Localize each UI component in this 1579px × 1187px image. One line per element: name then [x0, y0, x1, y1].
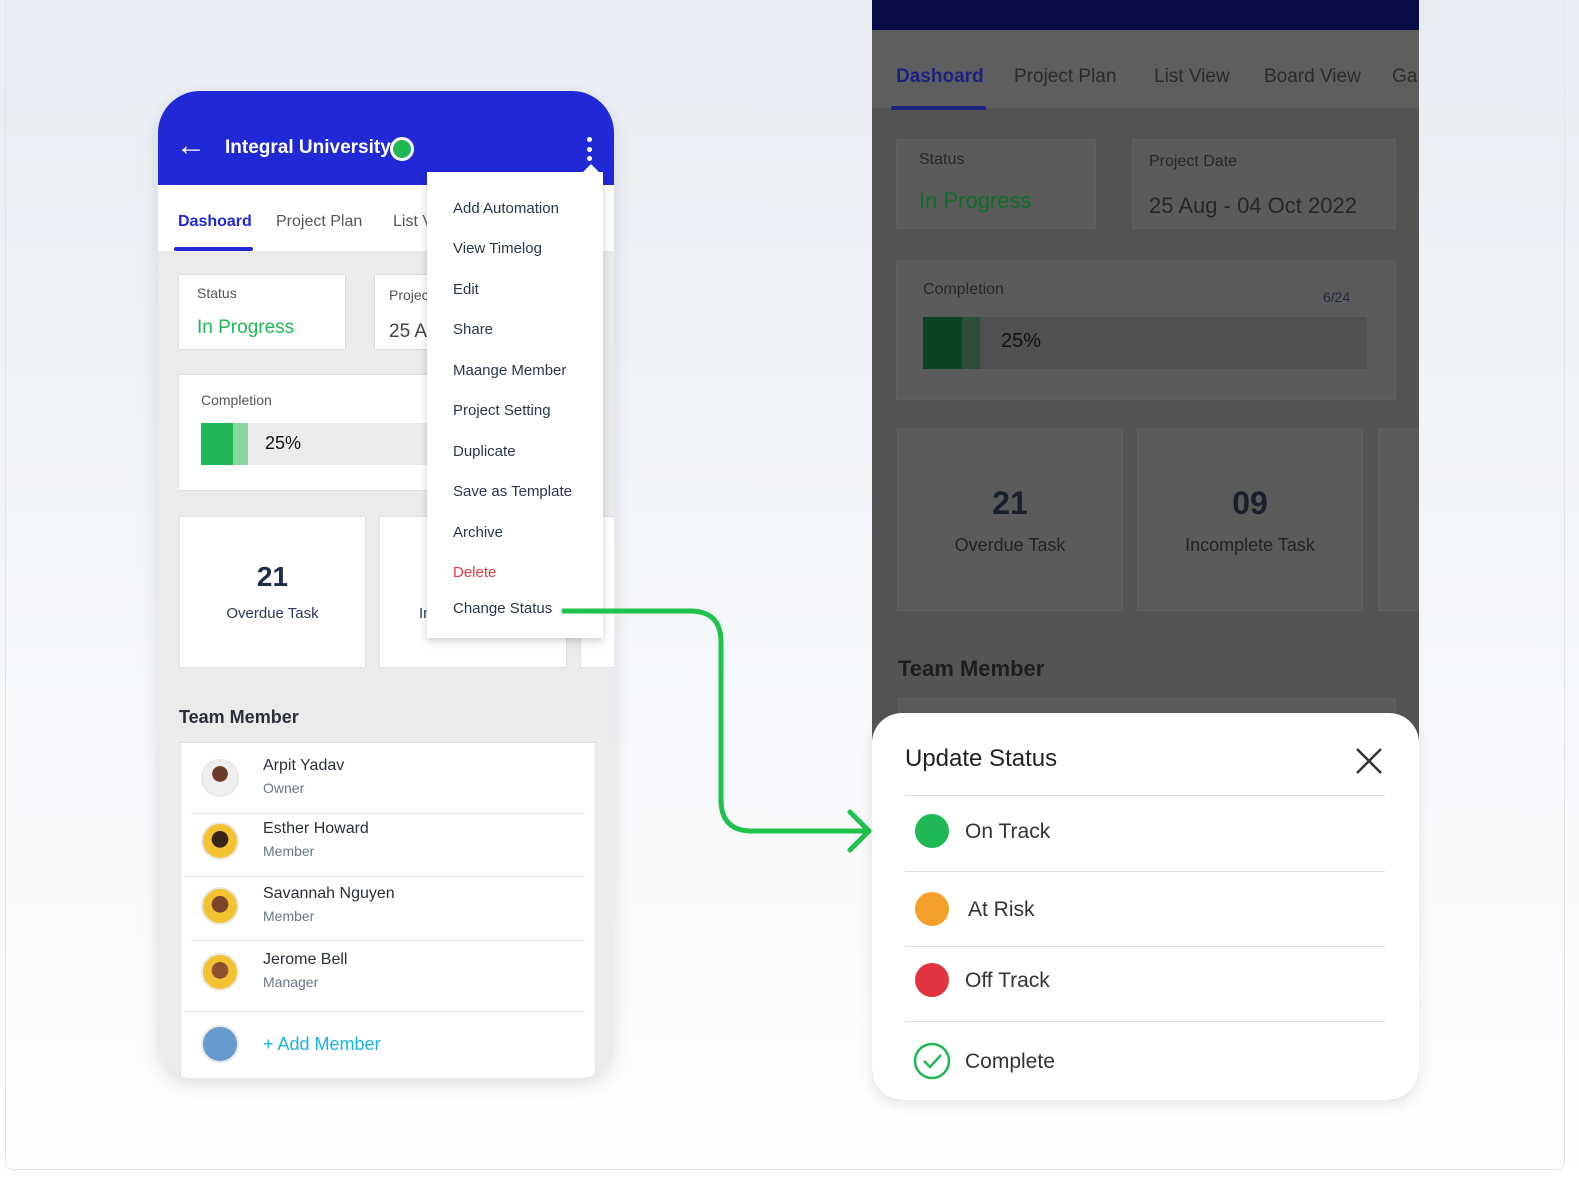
tab-dashboard[interactable]: Dashoard — [896, 66, 984, 88]
status-option-on-track[interactable]: On Track — [905, 795, 1385, 871]
incomplete-label: Incomplete Task — [1185, 535, 1315, 555]
status-option-at-risk[interactable]: At Risk — [905, 871, 1385, 947]
status-card: Status In Progress — [896, 139, 1096, 229]
task-card-partial — [1378, 428, 1419, 611]
option-label: Complete — [965, 1050, 1055, 1073]
tab-gantt[interactable]: Ga — [1392, 66, 1417, 88]
completion-percent: 25% — [1001, 330, 1042, 352]
tab-list-view[interactable]: List View — [1154, 66, 1230, 88]
option-label: At Risk — [968, 898, 1035, 921]
overdue-task-card[interactable]: 21 Overdue Task — [897, 428, 1123, 611]
status-option-off-track[interactable]: Off Track — [905, 946, 1385, 1022]
completion-progress-bar: 25% — [923, 317, 1367, 369]
option-label: Off Track — [965, 969, 1050, 992]
tab-underline — [891, 106, 986, 110]
completion-count: 6/24 — [1323, 289, 1351, 305]
tab-bar: Dashoard Project Plan List View Board Vi… — [872, 30, 1419, 110]
status-value: In Progress — [919, 188, 1032, 213]
orange-dot-icon — [915, 892, 949, 926]
green-dot-icon — [915, 814, 949, 848]
team-member-heading: Team Member — [898, 656, 1045, 681]
completion-card: Completion 6/24 25% — [896, 260, 1396, 400]
overdue-count: 21 — [992, 485, 1028, 521]
app-header — [872, 0, 1419, 30]
overdue-label: Overdue Task — [954, 535, 1066, 555]
progress-fill — [923, 317, 963, 369]
status-label: Status — [919, 151, 965, 168]
progress-fill-light — [962, 317, 981, 369]
incomplete-count: 09 — [1232, 485, 1268, 521]
incomplete-task-card[interactable]: 09 Incomplete Task — [1137, 428, 1363, 611]
close-icon[interactable] — [1355, 747, 1383, 775]
option-label: On Track — [965, 820, 1051, 843]
project-date-value: 25 Aug - 04 Oct 2022 — [1149, 193, 1357, 218]
check-circle-icon — [913, 1042, 951, 1080]
tab-board-view[interactable]: Board View — [1264, 66, 1361, 88]
red-dot-icon — [915, 963, 949, 997]
completion-label: Completion — [923, 281, 1004, 298]
project-date-label: Project Date — [1149, 153, 1238, 170]
status-option-complete[interactable]: Complete — [905, 1021, 1385, 1097]
update-status-sheet: Update Status On Track At Risk Off Track… — [872, 713, 1419, 1100]
sheet-title: Update Status — [905, 745, 1058, 772]
tab-project-plan[interactable]: Project Plan — [1014, 66, 1116, 88]
project-date-card: Project Date 25 Aug - 04 Oct 2022 — [1132, 139, 1396, 229]
